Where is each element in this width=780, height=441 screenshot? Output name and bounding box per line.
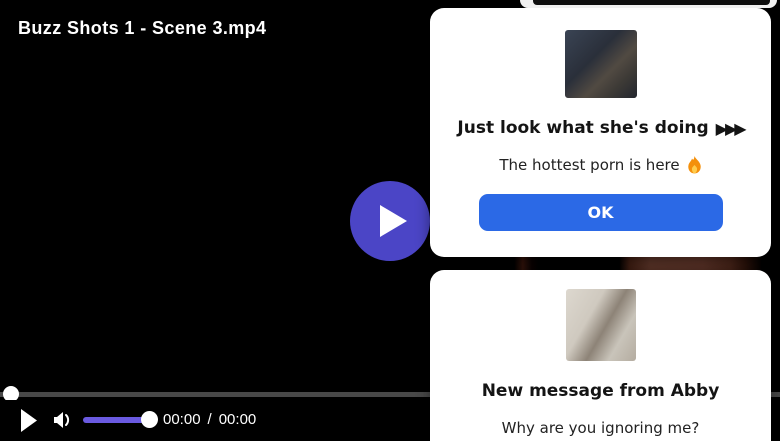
video-player-page: Buzz Shots 1 - Scene 3.mp4 00:00 / 00:00: [0, 0, 780, 441]
popup-message[interactable]: New message from Abby Why are you ignori…: [430, 270, 771, 441]
message-thumbnail-image[interactable]: [566, 289, 636, 361]
ok-button[interactable]: OK: [479, 194, 723, 231]
ad-headline: Just look what she's doing ▶▶▶: [457, 118, 743, 138]
time-separator: /: [208, 411, 212, 428]
volume-slider[interactable]: [83, 417, 149, 423]
message-headline: New message from Abby: [482, 381, 720, 401]
ad-thumbnail-image[interactable]: [565, 30, 637, 98]
message-subtitle-text: Why are you ignoring me?: [502, 419, 700, 437]
popup-cutoff-dark-element: [533, 0, 770, 5]
volume-button[interactable]: [52, 410, 72, 430]
message-headline-text: New message from Abby: [482, 381, 720, 401]
volume-thumb[interactable]: [141, 411, 158, 428]
fire-icon: [687, 156, 702, 174]
popup-cutoff-sliver[interactable]: [520, 0, 777, 8]
play-button[interactable]: [20, 408, 38, 433]
video-title: Buzz Shots 1 - Scene 3.mp4: [18, 18, 266, 39]
time-display: 00:00 / 00:00: [163, 411, 256, 428]
message-subtitle: Why are you ignoring me?: [502, 419, 700, 437]
ad-subtitle-text: The hottest porn is here: [499, 156, 679, 174]
ad-subtitle: The hottest porn is here: [499, 156, 701, 174]
current-time: 00:00: [163, 411, 201, 428]
ad-headline-text: Just look what she's doing: [457, 118, 708, 138]
popup-ad[interactable]: Just look what she's doing ▶▶▶ The hotte…: [430, 8, 771, 257]
triple-right-triangles-icon: ▶▶▶: [716, 119, 744, 138]
big-play-button[interactable]: [350, 181, 430, 261]
duration: 00:00: [219, 411, 257, 428]
play-icon: [378, 204, 408, 238]
